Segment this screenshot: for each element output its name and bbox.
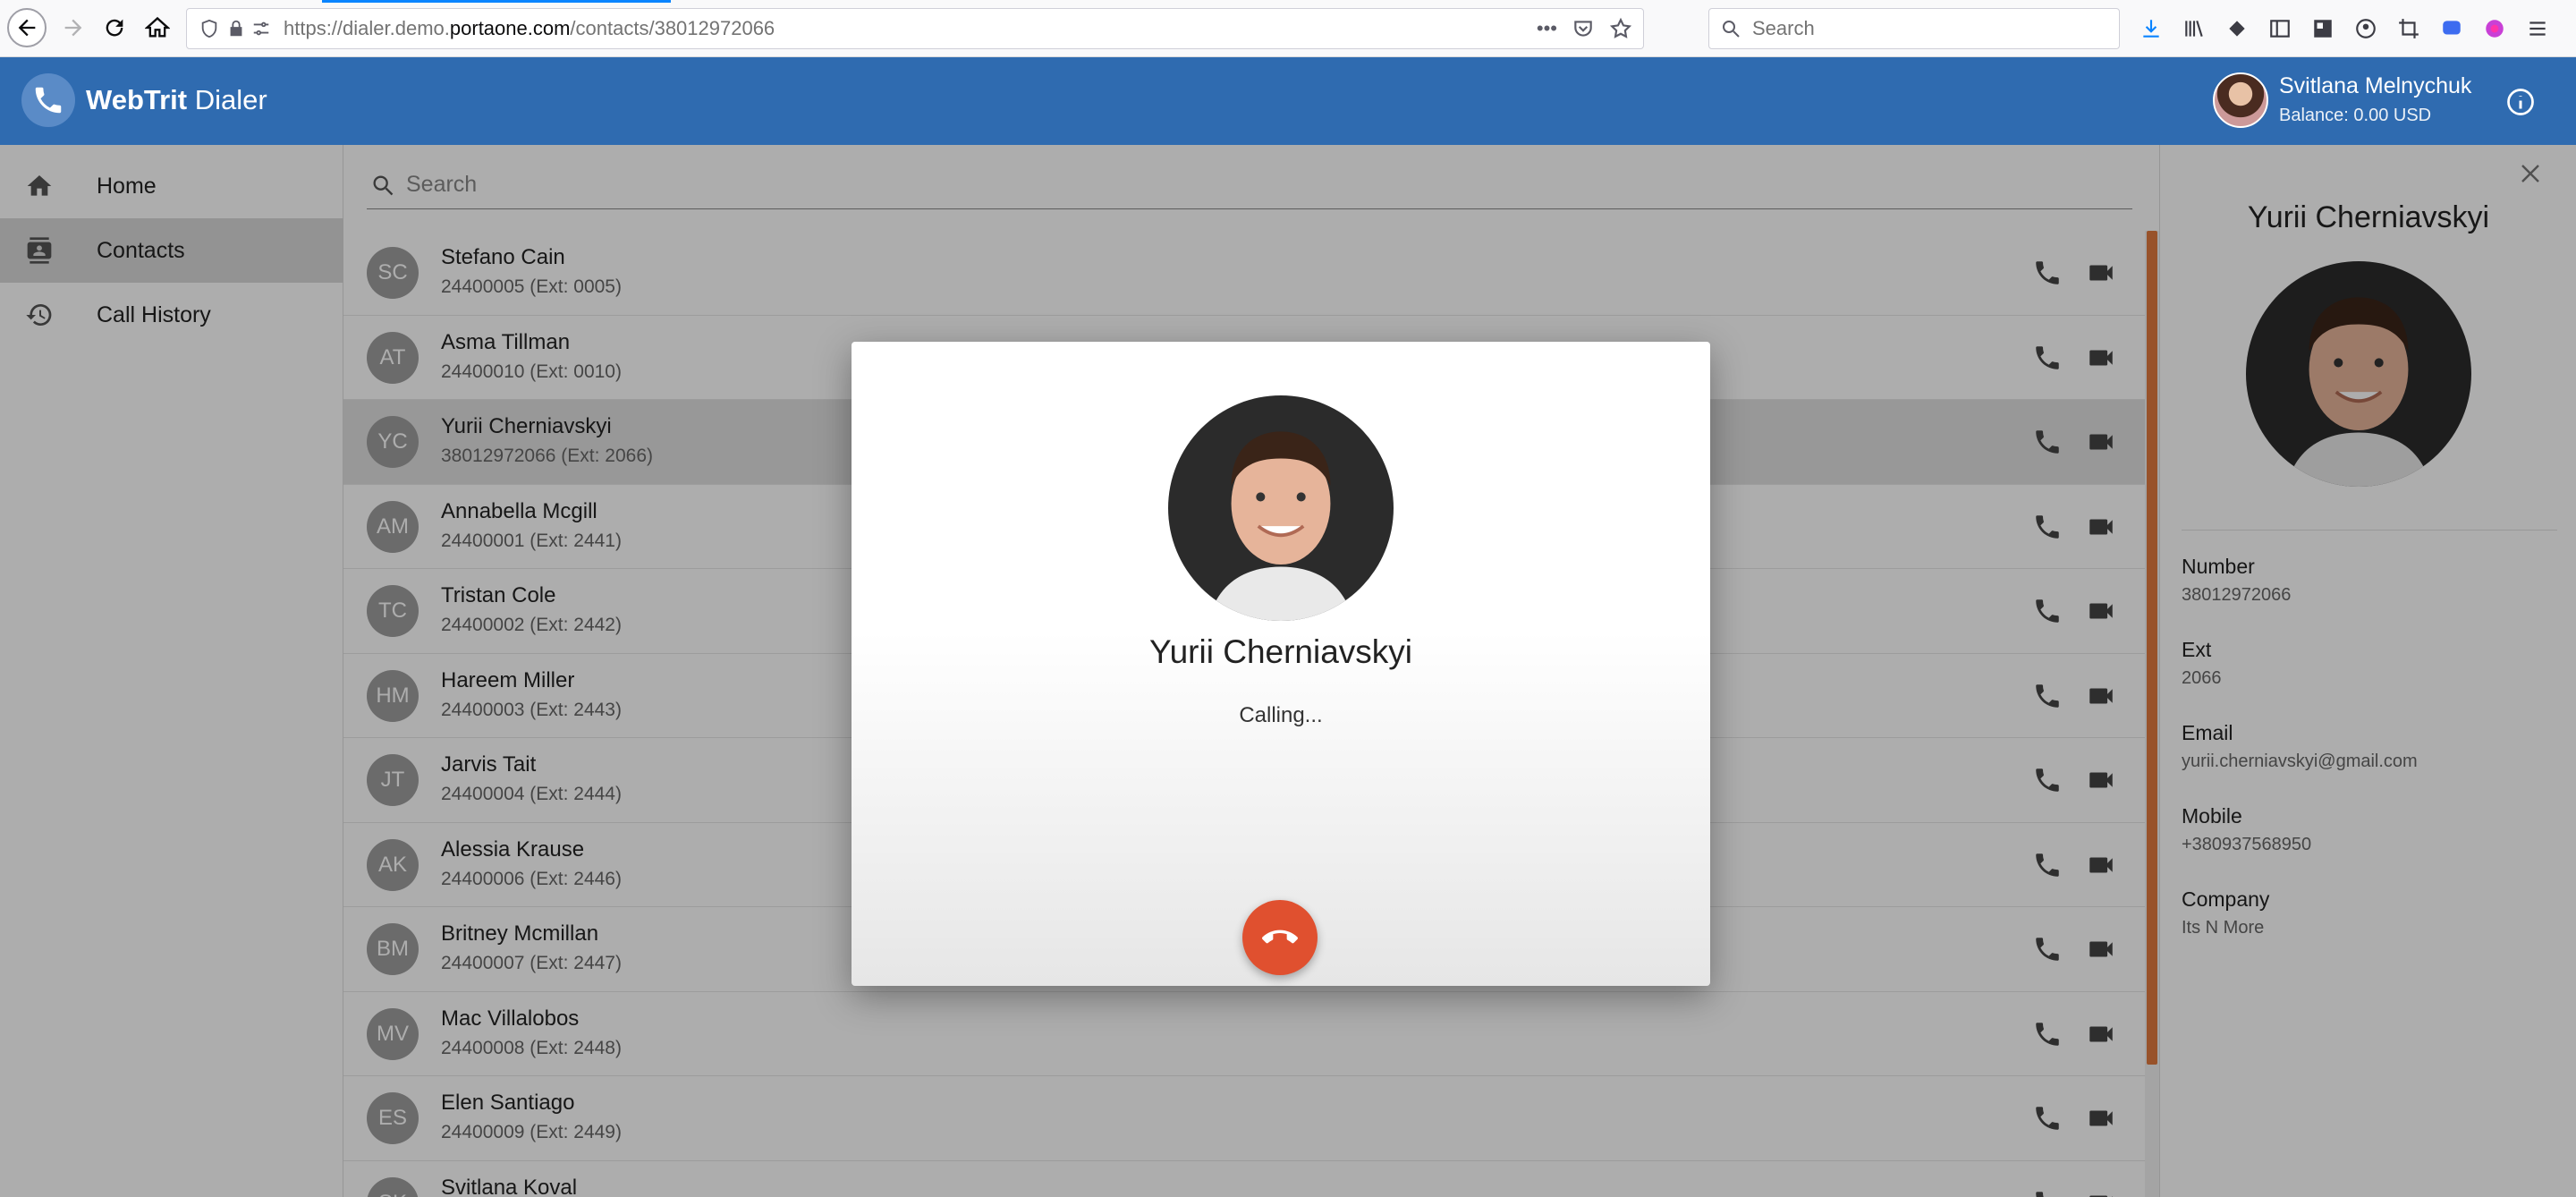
caller-photo bbox=[1168, 395, 1394, 621]
menu-button[interactable] bbox=[2522, 13, 2553, 44]
reload-icon bbox=[106, 19, 123, 37]
extension-button-2[interactable] bbox=[2436, 13, 2467, 44]
downloads-button[interactable] bbox=[2136, 13, 2166, 44]
back-button[interactable] bbox=[7, 8, 47, 47]
forward-button[interactable] bbox=[54, 8, 93, 47]
app-header: WebTrit Dialer Svitlana Melnychuk Balanc… bbox=[0, 57, 2576, 145]
caller-name: Yurii Cherniavskyi bbox=[1148, 633, 1413, 670]
arrow-left-icon bbox=[18, 19, 36, 37]
screenshot-button[interactable] bbox=[2308, 13, 2338, 44]
browser-search-placeholder: Search bbox=[1752, 17, 1815, 39]
library-icon bbox=[2185, 21, 2203, 37]
calling-dialog: Yurii Cherniavskyi Calling... bbox=[852, 342, 1710, 986]
browser-search-input[interactable]: Search bbox=[1708, 8, 2120, 49]
crop-button[interactable] bbox=[2394, 13, 2424, 44]
arrow-right-icon bbox=[64, 19, 82, 37]
phone-logo-icon bbox=[35, 87, 62, 114]
pocket-icon[interactable] bbox=[1572, 17, 1595, 40]
home-icon bbox=[145, 16, 170, 38]
app-title: WebTrit Dialer bbox=[86, 84, 267, 116]
account-icon bbox=[2356, 19, 2376, 38]
caller-photo-image bbox=[1168, 395, 1394, 621]
download-icon bbox=[2143, 20, 2159, 38]
user-name: Svitlana Melnychuk bbox=[2279, 73, 2472, 98]
hang-up-button[interactable] bbox=[1242, 900, 1318, 975]
color-extension-icon bbox=[2486, 20, 2504, 38]
screenshot-icon bbox=[2314, 20, 2332, 38]
lock-icon[interactable] bbox=[226, 19, 246, 38]
library-button[interactable] bbox=[2179, 13, 2209, 44]
reload-button[interactable] bbox=[95, 8, 134, 47]
url-path: /contacts/38012972066 bbox=[570, 17, 775, 39]
info-button[interactable] bbox=[2504, 86, 2537, 118]
hang-up-icon bbox=[1262, 930, 1298, 944]
bookmark-star-icon[interactable] bbox=[1609, 17, 1632, 40]
extension-button-3[interactable] bbox=[2479, 13, 2510, 44]
account-button[interactable] bbox=[2351, 13, 2381, 44]
user-balance: Balance: 0.00 USD bbox=[2279, 106, 2432, 125]
address-bar[interactable]: https://dialer.demo.portaone.com/contact… bbox=[186, 8, 1644, 49]
shield-icon[interactable] bbox=[199, 19, 219, 38]
extension-icon bbox=[2229, 21, 2245, 37]
chat-extension-icon bbox=[2443, 21, 2461, 35]
browser-toolbar: https://dialer.demo.portaone.com/contact… bbox=[0, 0, 2576, 57]
info-icon bbox=[2507, 89, 2534, 115]
user-avatar[interactable] bbox=[2213, 72, 2268, 128]
call-status: Calling... bbox=[1239, 703, 1323, 727]
url-text: https://dialer.demo.portaone.com/contact… bbox=[284, 17, 775, 40]
home-button[interactable] bbox=[138, 8, 177, 47]
app-title-rest: Dialer bbox=[187, 84, 267, 115]
url-prefix: https://dialer.demo. bbox=[284, 17, 450, 39]
crop-icon bbox=[2399, 19, 2419, 38]
reader-view-button[interactable] bbox=[2265, 13, 2295, 44]
webtrit-logo bbox=[21, 73, 75, 127]
hamburger-icon bbox=[2529, 21, 2546, 36]
permissions-icon[interactable] bbox=[251, 19, 271, 38]
extension-button-1[interactable] bbox=[2222, 13, 2252, 44]
search-icon bbox=[1723, 21, 1740, 38]
url-domain: portaone.com bbox=[449, 17, 571, 39]
app-title-bold: WebTrit bbox=[86, 84, 188, 115]
reader-icon bbox=[2270, 20, 2290, 38]
page-actions-button[interactable]: ••• bbox=[1537, 17, 1557, 40]
